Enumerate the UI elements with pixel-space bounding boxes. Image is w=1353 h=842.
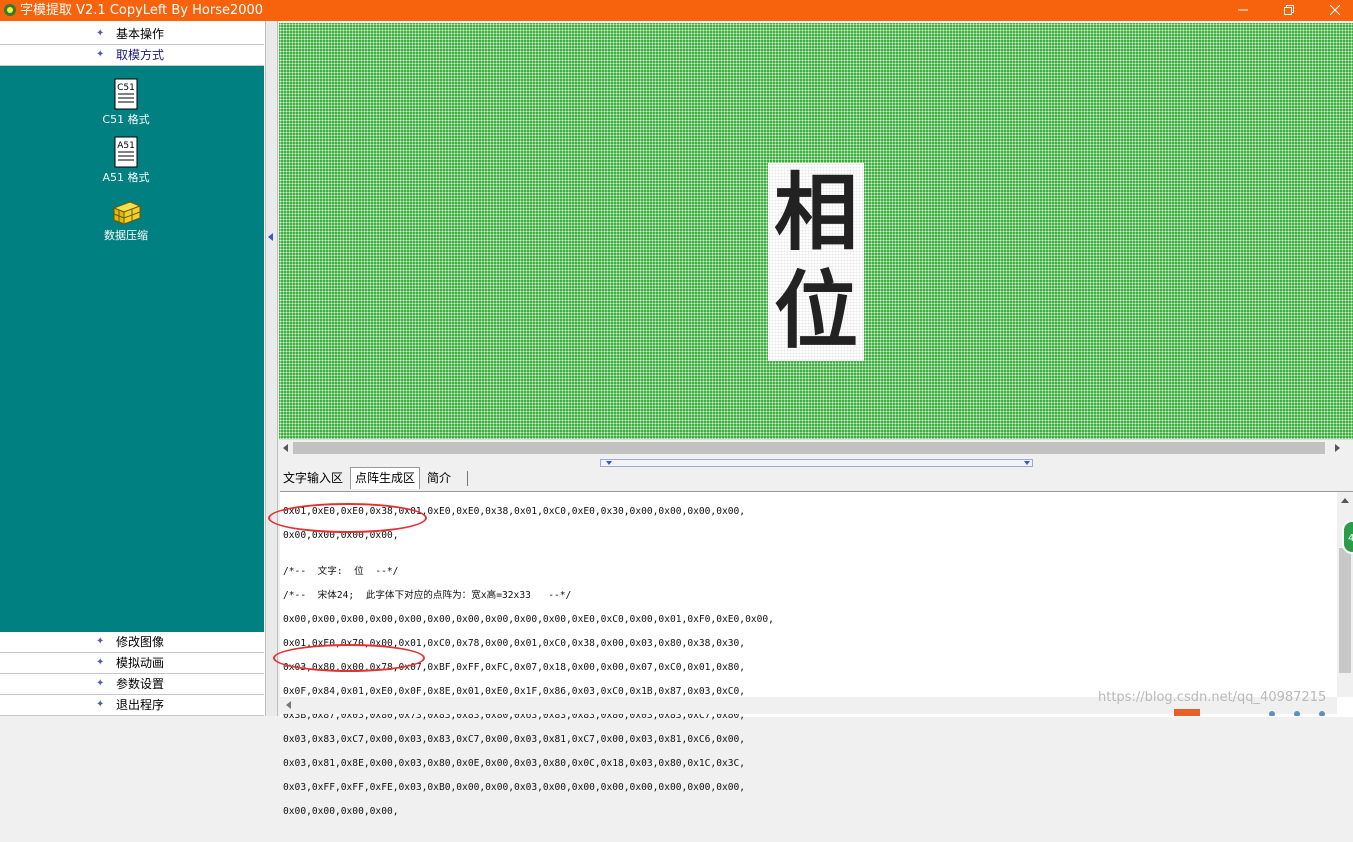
code-line: 0x03,0x81,0x8E,0x00,0x03,0x80,0x0E,0x00,… [283, 758, 746, 769]
tool-data-compress[interactable]: 数据压缩 [86, 198, 166, 243]
sidebar-header-mode[interactable]: ✦ 取模方式 [0, 45, 264, 66]
code-line: /*-- 文字: 位 --*/ [283, 566, 399, 577]
code-line: 0x03,0x83,0xC7,0x00,0x03,0x83,0xC7,0x00,… [283, 734, 746, 745]
tab-matrix-output[interactable]: 点阵生成区 [350, 467, 421, 489]
tab-intro[interactable]: 简介 [423, 468, 455, 488]
a51-document-icon: A51 [114, 136, 138, 168]
collapse-left-icon[interactable] [268, 233, 273, 241]
restore-button[interactable] [1266, 0, 1312, 21]
tool-label: 数据压缩 [104, 229, 148, 242]
code-line: 0x00,0x00,0x00,0x00, [283, 806, 399, 817]
sidebar-panel: C51 C51 格式 A51 A51 格式 数据压缩 [0, 66, 264, 632]
sidebar-header-settings[interactable]: ✦ 参数设置 [0, 674, 264, 695]
code-line: /*-- 宋体24; 此字体下对应的点阵为：宽x高=32x33 --*/ [283, 590, 572, 601]
title-bar: 字模提取 V2.1 CopyLeft By Horse2000 [0, 0, 1353, 21]
app-icon [3, 3, 17, 17]
scroll-right-icon[interactable] [1335, 444, 1340, 452]
minimize-button[interactable] [1220, 0, 1266, 21]
scroll-up-icon[interactable] [1341, 498, 1349, 503]
diamond-icon: ✦ [96, 657, 105, 668]
code-line: 0x03,0xFF,0xFF,0xFE,0x03,0xB0,0x00,0x00,… [283, 782, 746, 793]
watermark: https://blog.csdn.net/qq_40987215 [1098, 690, 1327, 705]
taskbar-fragment [1174, 709, 1325, 716]
scroll-left-icon[interactable] [283, 444, 288, 452]
scroll-left-icon[interactable] [286, 701, 291, 709]
close-button[interactable] [1312, 0, 1353, 21]
sidebar: ✦ 基本操作 ✦ 取模方式 C51 C51 格式 A51 A51 格式 数据压缩… [0, 21, 265, 716]
code-line: 0x00,0x00,0x00,0x00,0x00,0x00,0x00,0x00,… [283, 614, 774, 625]
svg-text:A51: A51 [117, 141, 135, 151]
restore-icon [1284, 5, 1294, 15]
tab-divider [467, 471, 468, 486]
horizontal-splitter[interactable] [600, 459, 1033, 467]
close-icon [1330, 5, 1340, 15]
svg-text:C51: C51 [117, 83, 135, 93]
c51-document-icon: C51 [114, 78, 138, 110]
vertical-splitter[interactable] [265, 21, 278, 716]
dot-matrix-canvas[interactable]: 相 位 [279, 23, 1353, 457]
scrollbar-thumb[interactable] [1339, 548, 1351, 673]
tool-label: C51 格式 [102, 113, 150, 126]
dot-grid[interactable]: 相 位 [279, 23, 1353, 439]
diamond-icon: ✦ [96, 28, 105, 39]
diamond-icon: ✦ [96, 699, 105, 710]
chevron-down-icon[interactable] [606, 461, 612, 465]
tool-c51-format[interactable]: C51 C51 格式 [86, 78, 166, 127]
sidebar-header-basic[interactable]: ✦ 基本操作 [0, 24, 264, 45]
glyph-char: 位 [773, 262, 858, 360]
diamond-icon: ✦ [96, 678, 105, 689]
tool-label: A51 格式 [102, 171, 150, 184]
sidebar-header-edit-image[interactable]: ✦ 修改图像 [0, 632, 264, 653]
window-title: 字模提取 V2.1 CopyLeft By Horse2000 [20, 3, 264, 18]
sidebar-header-exit[interactable]: ✦ 退出程序 [0, 695, 264, 716]
annotation-circle [268, 503, 427, 533]
cube-icon [112, 201, 142, 225]
diamond-icon: ✦ [96, 636, 105, 647]
canvas-horizontal-scrollbar[interactable] [279, 439, 1353, 457]
tab-text-input[interactable]: 文字输入区 [279, 468, 347, 488]
diamond-icon: ✦ [96, 49, 105, 60]
floating-side-widget[interactable]: 4 [1342, 520, 1353, 554]
minimize-icon [1238, 9, 1248, 11]
sidebar-header-animation[interactable]: ✦ 模拟动画 [0, 653, 264, 674]
chevron-down-icon[interactable] [1024, 461, 1030, 465]
glyph-preview: 相 位 [768, 163, 864, 361]
glyph-char: 相 [773, 164, 858, 262]
scrollbar-thumb[interactable] [293, 442, 1325, 454]
output-textarea[interactable]: 0x01,0xE0,0xE0,0x38,0x01,0xE0,0xE0,0x38,… [280, 491, 1353, 817]
tool-a51-format[interactable]: A51 A51 格式 [86, 136, 166, 185]
annotation-circle [273, 644, 425, 672]
